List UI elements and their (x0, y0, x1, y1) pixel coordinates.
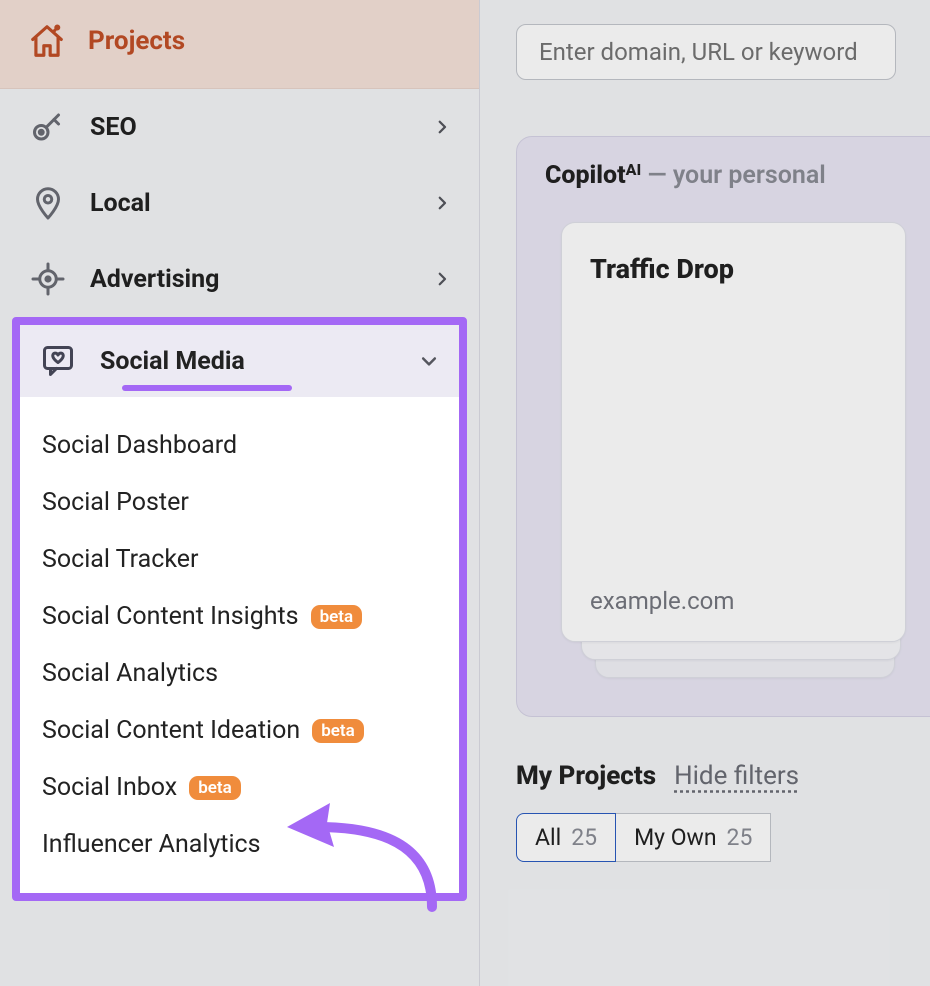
target-icon (30, 261, 66, 297)
tab-label: My Own (634, 824, 716, 851)
beta-badge: beta (311, 605, 363, 629)
project-filter-tabs: All 25 My Own 25 (516, 813, 930, 862)
search-bar (516, 24, 930, 80)
submenu-label: Social Content Ideation (42, 716, 300, 745)
chevron-down-icon (419, 351, 439, 371)
social-media-highlight: Social Media Social Dashboard Social Pos… (12, 317, 467, 901)
hide-filters-link[interactable]: Hide filters (674, 761, 799, 791)
sidebar: Projects SEO Local (0, 0, 480, 986)
copilot-brand: Copilot (545, 161, 626, 190)
nav-label: Advertising (90, 265, 219, 294)
key-icon (30, 109, 66, 145)
nav-label: Local (90, 189, 151, 218)
sidebar-item-advertising[interactable]: Advertising (0, 241, 479, 317)
tab-count: 25 (727, 824, 753, 851)
filter-tab-my-own[interactable]: My Own 25 (616, 813, 771, 862)
submenu-label: Social Dashboard (42, 431, 237, 460)
submenu-social-inbox[interactable]: Social Inbox beta (42, 759, 437, 816)
submenu-social-content-ideation[interactable]: Social Content Ideation beta (42, 702, 437, 759)
highlight-underline (122, 385, 292, 391)
copilot-card: CopilotAI — your personal Traffic Drop e… (516, 136, 930, 717)
main-content: CopilotAI — your personal Traffic Drop e… (480, 0, 930, 986)
sidebar-item-seo[interactable]: SEO (0, 89, 479, 165)
submenu-label: Social Content Insights (42, 602, 299, 631)
copilot-sup: AI (626, 160, 642, 179)
social-media-label: Social Media (100, 347, 245, 376)
sidebar-item-local[interactable]: Local (0, 165, 479, 241)
submenu-label: Social Poster (42, 488, 189, 517)
chat-heart-icon (40, 343, 76, 379)
beta-badge: beta (189, 776, 241, 800)
submenu-social-content-insights[interactable]: Social Content Insights beta (42, 588, 437, 645)
chevron-right-icon (433, 270, 451, 288)
copilot-heading: CopilotAI — your personal (545, 161, 930, 190)
sidebar-item-projects[interactable]: Projects (0, 0, 479, 89)
filter-tab-all[interactable]: All 25 (516, 813, 616, 862)
tab-label: All (535, 824, 561, 851)
card-stack: Traffic Drop example.com (545, 222, 930, 682)
home-icon (28, 22, 66, 60)
my-projects-title: My Projects (516, 761, 656, 791)
traffic-drop-card[interactable]: Traffic Drop example.com (561, 222, 906, 642)
nav-label: SEO (90, 113, 137, 142)
copilot-tagline: — your personal (641, 161, 826, 190)
submenu-social-dashboard[interactable]: Social Dashboard (42, 417, 437, 474)
social-submenu: Social Dashboard Social Poster Social Tr… (20, 397, 459, 893)
my-projects-section: My Projects Hide filters All 25 My Own 2… (516, 761, 930, 862)
submenu-label: Social Analytics (42, 659, 218, 688)
pin-icon (30, 185, 66, 221)
beta-badge: beta (312, 719, 364, 743)
submenu-label: Social Inbox (42, 773, 177, 802)
submenu-social-analytics[interactable]: Social Analytics (42, 645, 437, 702)
card-domain: example.com (590, 587, 734, 615)
tab-count: 25 (571, 824, 597, 851)
submenu-social-tracker[interactable]: Social Tracker (42, 531, 437, 588)
submenu-label: Influencer Analytics (42, 830, 261, 859)
submenu-social-poster[interactable]: Social Poster (42, 474, 437, 531)
search-input[interactable] (516, 24, 896, 80)
chevron-right-icon (433, 118, 451, 136)
projects-label: Projects (88, 26, 185, 56)
submenu-influencer-analytics[interactable]: Influencer Analytics (42, 816, 437, 873)
card-title: Traffic Drop (590, 253, 877, 285)
chevron-right-icon (433, 194, 451, 212)
submenu-label: Social Tracker (42, 545, 198, 574)
